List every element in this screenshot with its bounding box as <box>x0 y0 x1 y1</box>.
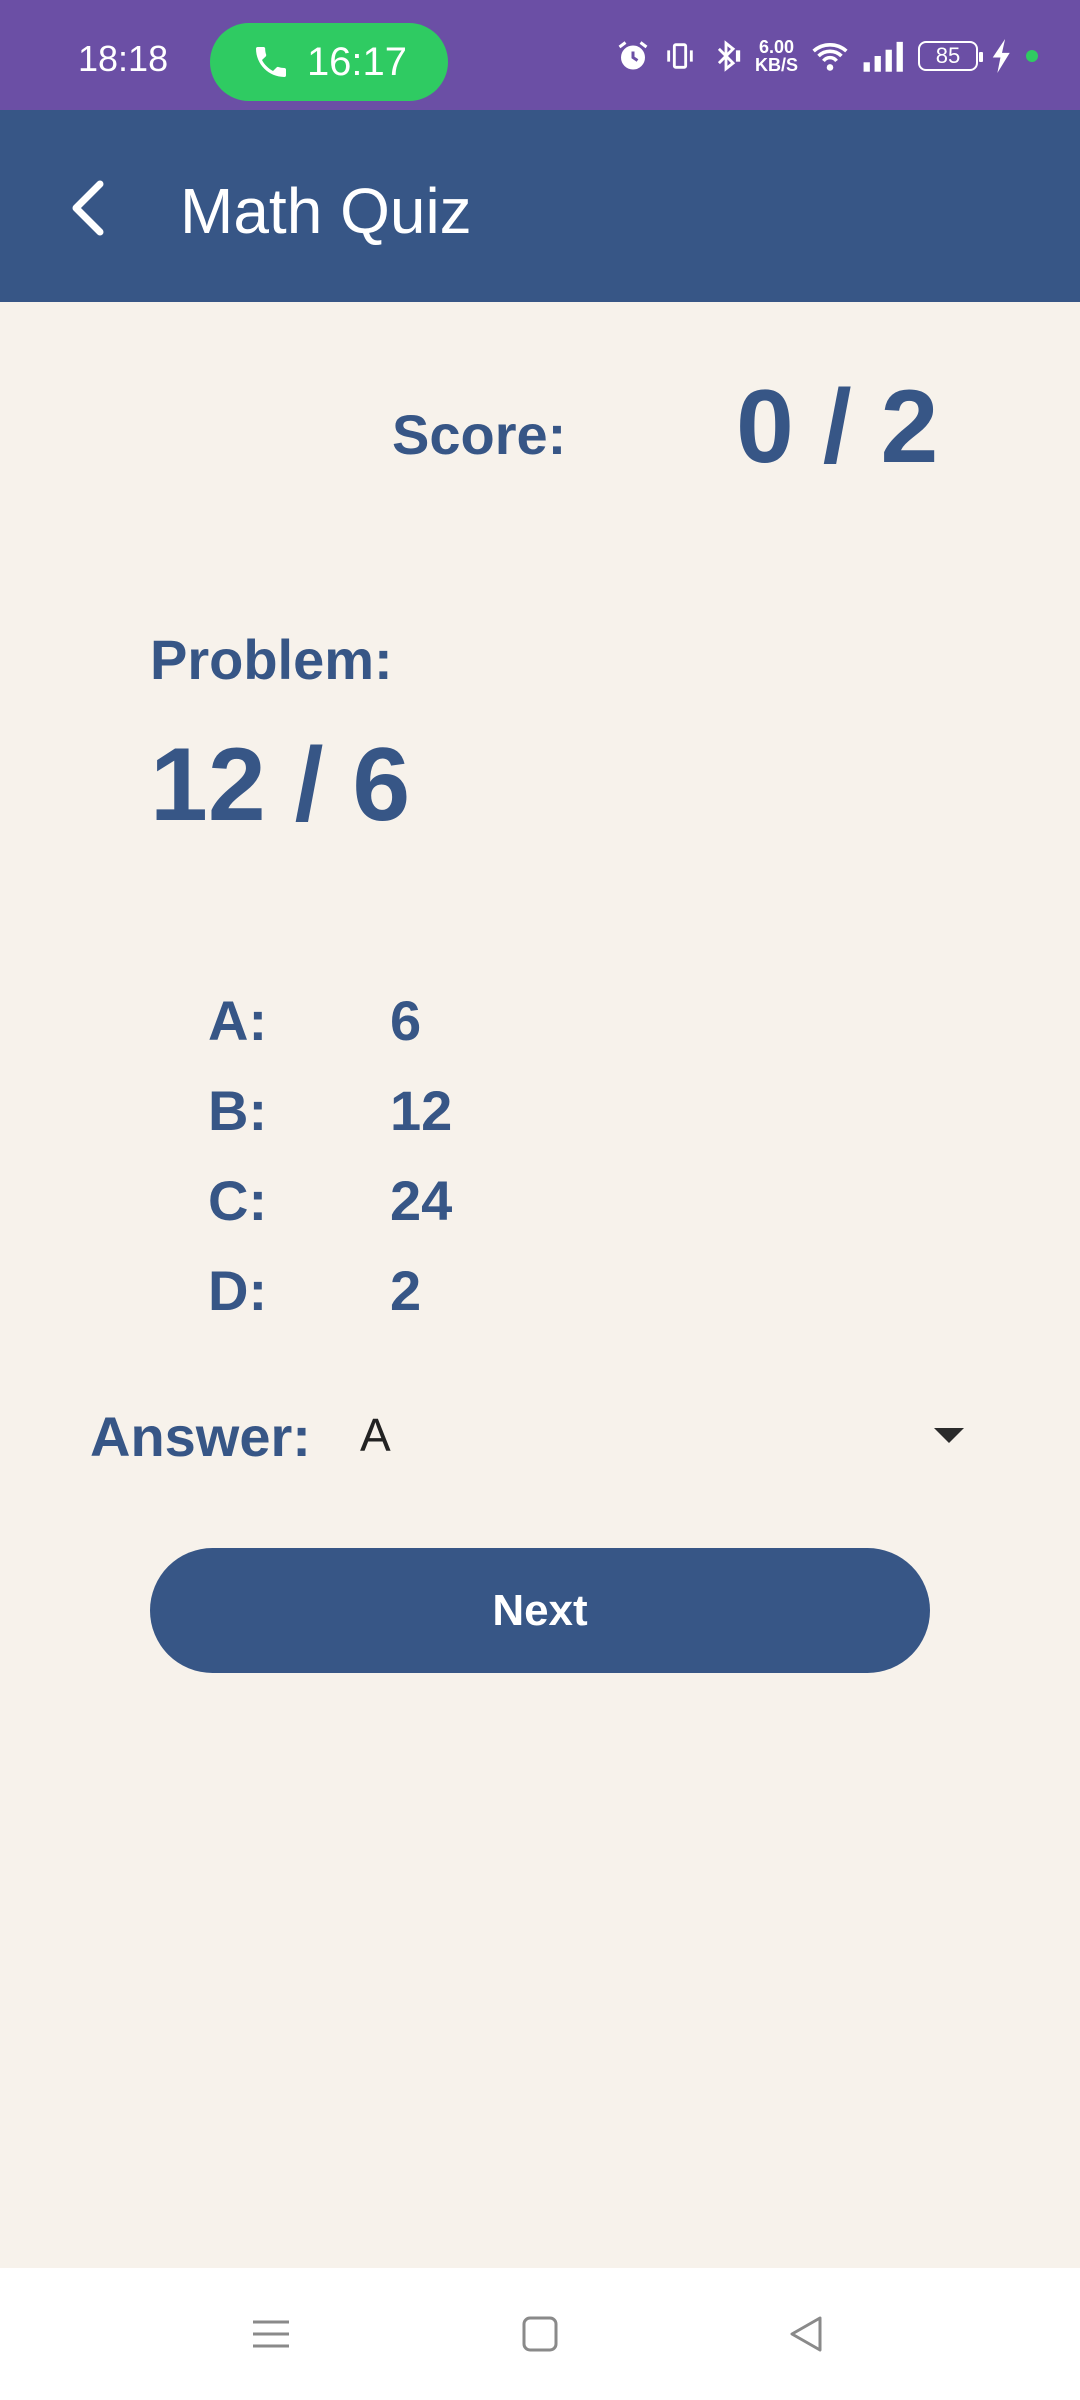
chevron-left-icon <box>72 180 104 236</box>
privacy-indicator-dot <box>1026 50 1038 62</box>
choice-c-label: C: <box>208 1169 268 1232</box>
answer-label: Answer: <box>90 1405 311 1468</box>
app-bar: Math Quiz <box>0 110 1080 302</box>
network-speed-value: 6.00 <box>758 37 795 57</box>
network-speed-unit: KB/S <box>754 55 798 75</box>
status-time: 18:18 <box>78 38 169 79</box>
choice-d-label: D: <box>208 1259 268 1322</box>
choice-a-label: A: <box>208 989 268 1052</box>
home-button[interactable] <box>514 2308 566 2360</box>
next-button[interactable]: Next <box>150 1548 930 1673</box>
system-nav-bar <box>0 2268 1080 2400</box>
problem-label: Problem: <box>150 628 393 691</box>
call-duration: 16:17 <box>306 39 408 84</box>
triangle-back-icon <box>790 2316 822 2352</box>
dropdown-arrow-icon <box>934 1428 964 1443</box>
choice-b-value: 12 <box>390 1079 453 1142</box>
vibrate-icon <box>667 43 693 69</box>
signal-icon <box>863 41 903 72</box>
problem-value: 12 / 6 <box>150 727 411 843</box>
wifi-icon <box>812 43 848 71</box>
choice-a-value: 6 <box>390 989 422 1052</box>
bluetooth-icon <box>717 40 741 72</box>
status-icons: 6.00 KB/S 85 <box>615 36 1038 76</box>
network-speed: 6.00 KB/S <box>755 38 798 74</box>
score-value: 0 / 2 <box>736 369 939 485</box>
square-icon <box>522 2316 558 2352</box>
screen: 18:18 16:17 6.00 KB/S 85 Math Quiz Score… <box>0 0 1080 2400</box>
menu-icon <box>253 2320 289 2348</box>
answer-selected-value: A <box>360 1409 391 1461</box>
score-label: Score: <box>392 403 567 466</box>
choice-d-value: 2 <box>390 1259 422 1322</box>
charging-icon <box>992 39 1010 73</box>
alarm-icon <box>618 41 648 70</box>
answer-dropdown[interactable]: A <box>340 1390 980 1480</box>
choice-b-label: B: <box>208 1079 268 1142</box>
phone-icon <box>255 47 286 77</box>
choice-c-value: 24 <box>390 1169 453 1232</box>
battery-indicator: 85 <box>918 41 983 71</box>
back-nav-button[interactable] <box>780 2308 832 2360</box>
status-bar: 18:18 16:17 6.00 KB/S 85 <box>0 0 1080 110</box>
ongoing-call-chip[interactable]: 16:17 <box>210 23 448 101</box>
back-button[interactable] <box>50 168 130 248</box>
page-title: Math Quiz <box>180 175 472 247</box>
recent-apps-button[interactable] <box>245 2308 297 2360</box>
